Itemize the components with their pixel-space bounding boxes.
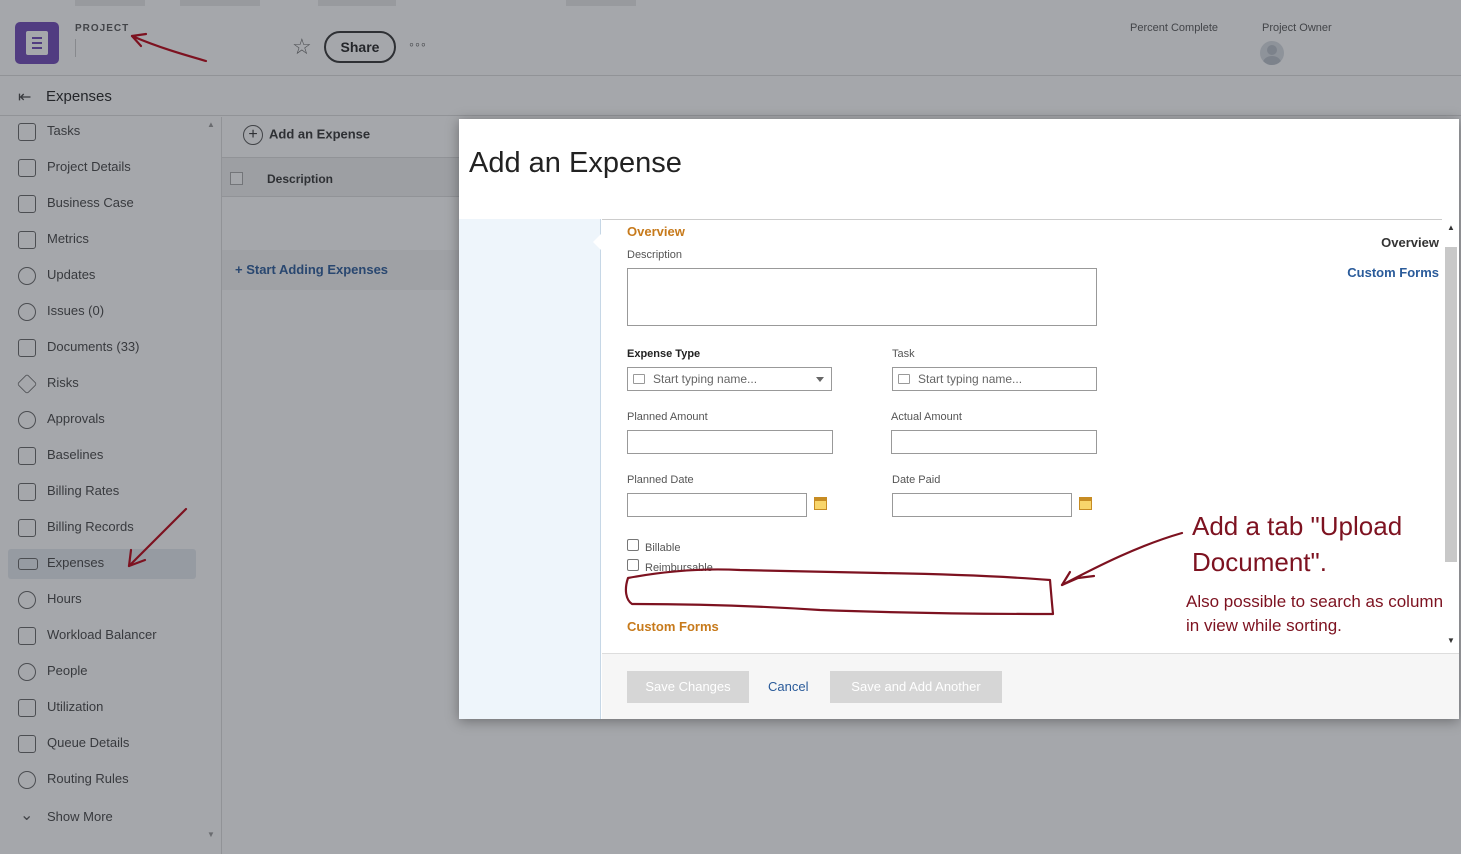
scroll-up-icon[interactable]: ▲ — [1447, 223, 1455, 232]
date-paid-field[interactable] — [892, 493, 1072, 517]
task-label: Task — [892, 348, 915, 360]
cancel-button[interactable]: Cancel — [768, 671, 808, 703]
planned-amount-field[interactable] — [627, 430, 833, 454]
billable-checkbox[interactable] — [627, 539, 639, 551]
expense-type-label: Expense Type — [627, 348, 701, 360]
annotation-upload-note: Add a tab "Upload Document". — [1192, 511, 1403, 577]
dialog-nav — [459, 219, 601, 719]
form-scrollbar[interactable]: ▲ ▼ — [1443, 219, 1459, 652]
planned-date-label: Planned Date — [627, 474, 694, 486]
date-paid-label: Date Paid — [892, 474, 941, 486]
expense-type-placeholder: Start typing name... — [653, 372, 758, 386]
task-field[interactable]: Start typing name... — [892, 367, 1097, 391]
actual-amount-label: Actual Amount — [891, 411, 962, 423]
task-placeholder: Start typing name... — [918, 372, 1023, 386]
description-field[interactable] — [627, 268, 1097, 326]
reimbursable-label: Reimbursable — [645, 562, 713, 574]
dialog-title: Add an Expense — [469, 147, 682, 179]
dialog-footer: Save Changes Cancel Save and Add Another — [602, 653, 1459, 719]
calendar-icon[interactable] — [814, 497, 827, 510]
billable-label: Billable — [645, 542, 681, 554]
calendar-icon[interactable] — [1079, 497, 1092, 510]
overview-heading: Overview — [627, 224, 685, 239]
annotation-search-note: Also possible to search as column in vie… — [1186, 592, 1444, 635]
flag-icon — [633, 374, 645, 384]
nav-active-caret — [593, 233, 602, 251]
form-area: Overview Description Expense Type Start … — [602, 219, 1442, 652]
reimbursable-checkbox[interactable] — [627, 559, 639, 571]
planned-amount-label: Planned Amount — [627, 411, 708, 423]
custom-forms-heading: Custom Forms — [627, 619, 719, 634]
save-changes-button[interactable]: Save Changes — [627, 671, 749, 703]
save-and-add-another-button[interactable]: Save and Add Another — [830, 671, 1002, 703]
expense-type-select[interactable]: Start typing name... — [627, 367, 832, 391]
chevron-down-icon — [816, 377, 824, 382]
actual-amount-field[interactable] — [891, 430, 1097, 454]
task-icon — [898, 374, 910, 384]
description-label: Description — [627, 249, 683, 261]
planned-date-field[interactable] — [627, 493, 807, 517]
